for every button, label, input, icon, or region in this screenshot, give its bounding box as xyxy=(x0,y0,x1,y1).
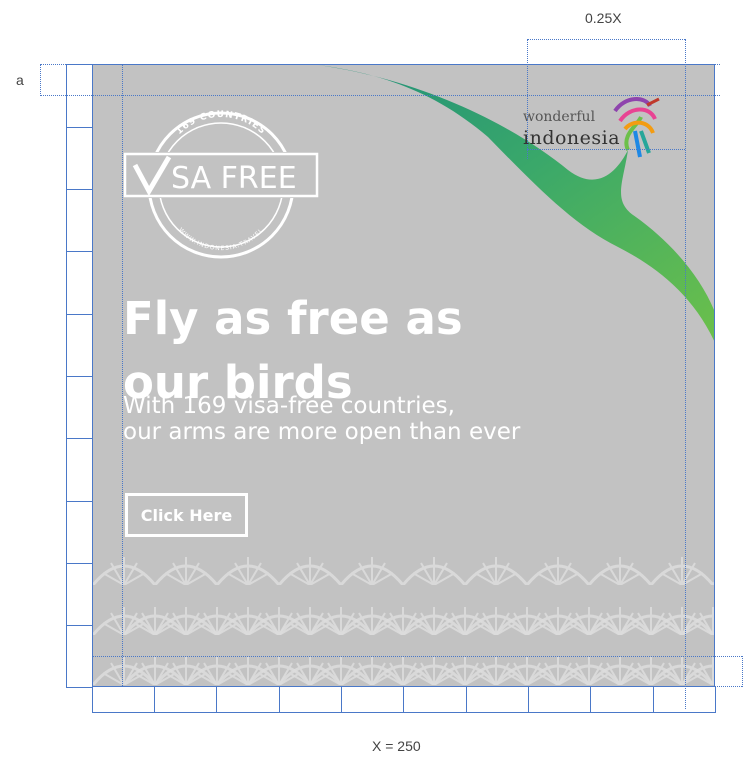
ad-banner: 169 COUNTRIES WWW.INDONESIA.TRAVEL SA FR… xyxy=(92,64,715,687)
badge-main-text: SA FREE xyxy=(171,161,297,196)
garuda-icon xyxy=(613,97,660,158)
grid-cell xyxy=(403,686,467,713)
logo-bottom-guide xyxy=(527,149,685,150)
grid-cell xyxy=(466,686,529,713)
logo-width-guide xyxy=(527,39,528,159)
badge-bottom-text: WWW.INDONESIA.TRAVEL xyxy=(177,227,264,253)
grid-cell xyxy=(66,563,93,626)
grid-cell xyxy=(528,686,591,713)
grid-cell xyxy=(66,251,93,315)
grid-cell xyxy=(279,686,342,713)
top-margin-guide xyxy=(40,64,720,65)
grid-cell xyxy=(92,686,155,713)
grid-cell xyxy=(66,189,93,252)
width-label: X = 250 xyxy=(372,738,421,754)
grid-cell xyxy=(66,438,93,502)
logo-width-label: 0.25X xyxy=(585,10,622,26)
bottom-margin-guide xyxy=(92,656,742,657)
visa-free-badge: 169 COUNTRIES WWW.INDONESIA.TRAVEL SA FR… xyxy=(123,110,319,259)
grid-cell xyxy=(216,686,280,713)
grid-cell xyxy=(66,314,93,377)
svg-text:WWW.INDONESIA.TRAVEL: WWW.INDONESIA.TRAVEL xyxy=(177,227,265,253)
margin-label: a xyxy=(16,72,24,88)
grid-cell xyxy=(66,376,93,439)
headline-line: Fly as free as xyxy=(123,292,463,345)
top-margin-guide xyxy=(40,95,720,96)
wonderful-indonesia-logo: wonderful indonesia xyxy=(523,91,693,171)
grid-cell xyxy=(66,64,93,128)
logo-wonderful-text: wonderful xyxy=(523,109,596,125)
subheadline: With 169 visa-free countries, our arms a… xyxy=(123,393,520,445)
grid-cell xyxy=(66,501,93,564)
grid-cell xyxy=(154,686,217,713)
grid-cell xyxy=(341,686,404,713)
grid-cell xyxy=(66,625,93,688)
grid-cell xyxy=(590,686,654,713)
left-margin-guide xyxy=(40,64,41,96)
grid-cell xyxy=(66,127,93,190)
content-margin-guide xyxy=(122,64,123,686)
subheadline-line: our arms are more open than ever xyxy=(123,419,521,445)
logo-width-guide xyxy=(527,39,685,40)
bottom-margin-guide xyxy=(92,686,742,687)
logo-width-guide xyxy=(685,39,686,709)
click-here-button[interactable]: Click Here xyxy=(125,493,248,537)
bottom-margin-guide xyxy=(742,656,743,687)
subheadline-line: With 169 visa-free countries, xyxy=(123,393,455,419)
